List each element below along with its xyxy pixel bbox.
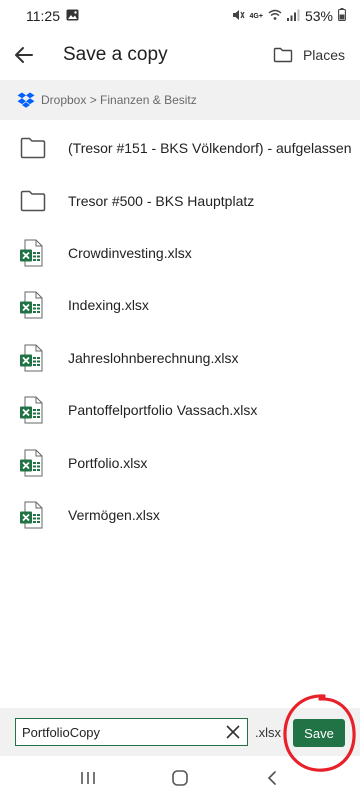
- file-name: Tresor #500 - BKS Hauptplatz: [68, 192, 255, 209]
- file-name: Vermögen.xlsx: [68, 506, 160, 523]
- excel-file-icon: [0, 396, 68, 424]
- recents-icon: [81, 772, 95, 784]
- system-nav-bar: [0, 756, 360, 800]
- breadcrumb[interactable]: Dropbox > Finanzen & Besitz: [0, 80, 360, 120]
- excel-file-item[interactable]: Pantoffelportfolio Vassach.xlsx: [0, 384, 360, 436]
- file-extension-label: .xlsx: [255, 724, 281, 740]
- status-bar: 11:25 4G+ 53%: [0, 0, 360, 32]
- filename-field: [15, 718, 248, 746]
- battery-icon: [338, 8, 346, 24]
- home-button[interactable]: [160, 758, 200, 798]
- breadcrumb-path: Dropbox > Finanzen & Besitz: [41, 93, 197, 107]
- excel-file-item[interactable]: Crowdinvesting.xlsx: [0, 227, 360, 279]
- gallery-notification-icon: [66, 8, 79, 24]
- battery-level: 53%: [304, 8, 333, 24]
- recent-apps-button[interactable]: [68, 758, 108, 798]
- file-list: (Tresor #151 - BKS Völkendorf) - aufgela…: [0, 122, 360, 541]
- excel-file-icon: [0, 449, 68, 477]
- file-name: Portfolio.xlsx: [68, 454, 148, 471]
- excel-file-icon: [0, 291, 68, 319]
- folder-item[interactable]: Tresor #500 - BKS Hauptplatz: [0, 174, 360, 226]
- wifi-icon: [268, 8, 282, 24]
- folder-item[interactable]: (Tresor #151 - BKS Völkendorf) - aufgela…: [0, 122, 360, 174]
- excel-file-icon: [0, 501, 68, 529]
- close-icon: [226, 725, 240, 739]
- save-bar: .xlsx Save: [0, 708, 360, 756]
- folder-icon: [0, 190, 68, 212]
- home-icon: [172, 770, 188, 786]
- status-right: 4G+ 53%: [231, 8, 346, 25]
- save-button[interactable]: Save: [293, 719, 345, 747]
- excel-file-item[interactable]: Indexing.xlsx: [0, 279, 360, 331]
- file-name: Indexing.xlsx: [68, 297, 149, 314]
- excel-file-icon: [0, 239, 68, 267]
- page-title: Save a copy: [63, 44, 168, 65]
- file-name: Jahreslohnberechnung.xlsx: [68, 349, 239, 366]
- excel-file-item[interactable]: Jahreslohnberechnung.xlsx: [0, 332, 360, 384]
- excel-file-icon: [0, 344, 68, 372]
- folder-icon: [273, 47, 293, 63]
- mute-icon: [231, 8, 245, 25]
- app-bar: Save a copy Places: [0, 32, 360, 78]
- excel-file-item[interactable]: Portfolio.xlsx: [0, 436, 360, 488]
- places-button[interactable]: Places: [273, 47, 360, 63]
- clear-button[interactable]: [224, 723, 242, 741]
- chevron-left-icon: [267, 771, 276, 785]
- dropbox-icon: [17, 92, 35, 108]
- network-type-label: 4G+: [249, 12, 263, 20]
- file-name: Pantoffelportfolio Vassach.xlsx: [68, 402, 258, 419]
- excel-file-item[interactable]: Vermögen.xlsx: [0, 489, 360, 541]
- arrow-left-icon: [15, 47, 33, 63]
- filename-input[interactable]: [16, 720, 216, 744]
- system-back-button[interactable]: [252, 758, 292, 798]
- status-time: 11:25: [26, 8, 60, 24]
- folder-icon: [0, 137, 68, 159]
- places-label: Places: [302, 47, 345, 63]
- file-name: Crowdinvesting.xlsx: [68, 244, 192, 261]
- signal-icon: [286, 8, 300, 24]
- file-name: (Tresor #151 - BKS Völkendorf) - aufgela…: [68, 140, 352, 157]
- back-button[interactable]: [0, 32, 52, 78]
